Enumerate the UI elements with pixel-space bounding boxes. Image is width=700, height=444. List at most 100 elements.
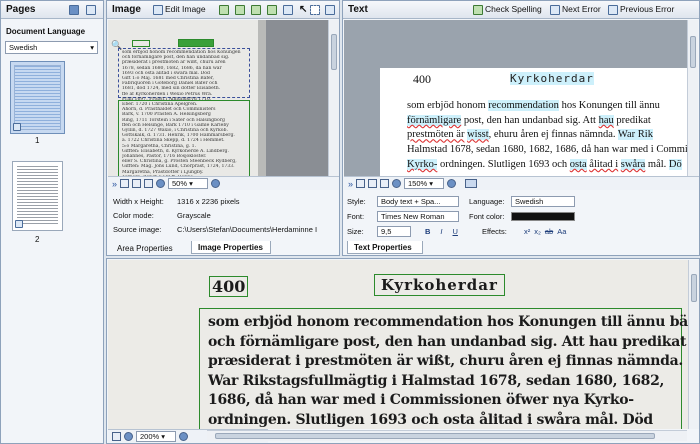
bold-icon[interactable]: B	[425, 227, 430, 236]
zoom-out-icon[interactable]	[156, 179, 166, 188]
zoom-in-icon[interactable]	[447, 179, 457, 188]
chevrons-icon[interactable]: »	[348, 179, 353, 189]
page-add-icon[interactable]	[86, 5, 96, 15]
image-zoom-select[interactable]: 50% ▾	[168, 178, 209, 189]
edit-image-icon	[153, 4, 163, 15]
actual-size-icon[interactable]	[144, 179, 154, 188]
previous-error-button[interactable]: Previous Error	[620, 1, 674, 18]
fit-width-icon[interactable]	[368, 179, 378, 188]
image-vertical-scrollbar[interactable]	[328, 20, 339, 176]
italic-icon[interactable]: I	[440, 227, 442, 236]
fit-width-icon[interactable]	[132, 179, 142, 188]
zoom-text-line: ordningen. Slutligen 1693 och osta ålita…	[208, 411, 653, 428]
size-value: 1316 x 2236 pixels	[177, 197, 240, 206]
page-number-box	[132, 40, 150, 47]
text-header: Text Check Spelling Next Error Previous …	[343, 1, 699, 19]
zoom-image-view[interactable]: 400 Kyrkoherdar som erbjöd honom recomme…	[108, 260, 688, 429]
edit-image-button[interactable]: Edit Image	[165, 1, 206, 18]
pages-panel: Pages Document Language Swedish ▾ 1 2	[0, 0, 104, 444]
text-zoom-select[interactable]: 150% ▾	[404, 178, 445, 189]
language-label: Language:	[469, 197, 505, 206]
table-area-icon[interactable]	[251, 5, 261, 15]
picture-area-icon[interactable]	[235, 5, 245, 15]
text-title: Text	[348, 4, 368, 15]
source-image-value: C:\Users\Stefan\Documents\Herdaminne I	[177, 225, 318, 234]
strikethrough-icon[interactable]: ab	[545, 227, 553, 236]
zoom-out-icon[interactable]	[124, 432, 133, 441]
tab-area-properties[interactable]: Area Properties	[111, 242, 179, 255]
image-text-lines: som erbjod honom recommendation hos Konu…	[122, 50, 248, 176]
check-spelling-button[interactable]: Check Spelling	[485, 1, 542, 18]
superscript-icon[interactable]: x²	[524, 227, 530, 236]
text-editor-area[interactable]: 400 Kyrkoherdar som erbjöd honom recomme…	[344, 20, 687, 176]
recognized-text-block: som erbjöd honom recommendation hos Konu…	[407, 100, 687, 170]
subscript-icon[interactable]: x₂	[534, 227, 541, 236]
text-recognized-icon	[15, 220, 23, 228]
zoom-out-icon[interactable]	[392, 179, 402, 188]
select-area-icon[interactable]	[310, 5, 320, 15]
text-zoom-bar: » 150% ▾	[344, 176, 699, 190]
image-text-line: Gifften: Mag. Jöns Lund, Chorpräst, 1724…	[122, 164, 235, 170]
style-select[interactable]: Body text + Spa...	[377, 196, 459, 207]
image-view[interactable]: 🔍 som erbjod honom recommendation hos Ko…	[108, 20, 328, 176]
zoom-text-line: War Rikstagsfullmägtig i Halmstad 1678, …	[208, 372, 665, 389]
image-title: Image	[112, 4, 141, 15]
image-panel: Image Edit Image ↖ 🔍 som erbjod honom re…	[106, 0, 340, 256]
underline-icon[interactable]: U	[453, 227, 458, 236]
page-number-2: 2	[35, 235, 40, 244]
actual-size-icon[interactable]	[380, 179, 390, 188]
check-spelling-icon	[473, 4, 483, 15]
size-label: Width x Height:	[113, 197, 164, 206]
show-formatting-icon[interactable]	[465, 179, 478, 188]
fit-page-icon[interactable]	[356, 179, 366, 188]
zoom-text-lines: som erbjöd honom recommendation hos Konu…	[208, 313, 688, 429]
zoom-in-icon[interactable]	[211, 179, 221, 188]
crop-icon[interactable]	[283, 5, 293, 15]
size-row: Size: 9,5 B I U Effects: x² x₂ ab Aa	[347, 226, 566, 237]
fit-icon[interactable]	[325, 5, 335, 15]
zoom-text-line: som erbjöd honom recommendation hos Konu…	[208, 314, 688, 330]
source-image-label: Source image:	[113, 225, 162, 234]
font-color-label: Font color:	[469, 212, 505, 221]
font-select[interactable]: Times New Roman	[377, 211, 459, 222]
zoom-horizontal-scrollbar[interactable]	[207, 430, 687, 441]
fit-page-icon[interactable]	[120, 179, 130, 188]
document-language-select[interactable]: Swedish ▾	[5, 41, 98, 54]
effects-label: Effects:	[481, 227, 507, 236]
color-mode-value: Grayscale	[177, 211, 211, 220]
color-mode-label: Color mode:	[113, 211, 154, 220]
text-area-icon[interactable]	[219, 5, 229, 15]
chevrons-icon[interactable]: »	[112, 179, 117, 189]
scanned-page-edge	[258, 20, 266, 176]
font-row: Font: Times New Roman Font color:	[347, 211, 575, 222]
text-page-number: 400	[413, 72, 431, 86]
barcode-area-icon[interactable]	[267, 5, 277, 15]
language-select[interactable]: Swedish	[511, 196, 575, 207]
pages-header: Pages	[1, 1, 103, 19]
pages-title: Pages	[6, 4, 36, 15]
zoom-vertical-scrollbar[interactable]	[688, 260, 699, 429]
page-options-icon[interactable]	[69, 5, 79, 15]
text-panel: Text Check Spelling Next Error Previous …	[342, 0, 700, 256]
next-error-button[interactable]: Next Error	[562, 1, 601, 18]
zoom-text-line: præsiderat i prestmöten är wißt, churu å…	[208, 353, 684, 369]
zoom-in-icon[interactable]	[179, 432, 188, 441]
image-properties: Width x Height: 1316 x 2236 pixels Color …	[113, 195, 339, 237]
fit-page-icon[interactable]	[112, 432, 121, 441]
tab-text-properties[interactable]: Text Properties	[347, 241, 423, 254]
font-color-picker[interactable]	[511, 212, 575, 221]
zoom-text-line: och förnämligare post, den han undanbad …	[208, 333, 688, 350]
zoom-zoom-select[interactable]: 200% ▾	[136, 431, 176, 442]
pointer-icon[interactable]: ↖	[299, 1, 307, 18]
image-header: Image Edit Image ↖	[107, 1, 339, 19]
zoom-heading: Kyrkoherdar	[374, 274, 505, 296]
small-caps-icon[interactable]: Aa	[557, 227, 566, 236]
page-thumbnail-2[interactable]	[12, 161, 63, 231]
page-thumbnail-1[interactable]	[10, 61, 65, 134]
font-size-select[interactable]: 9,5	[377, 226, 411, 237]
page-number-1: 1	[35, 136, 40, 145]
font-label: Font:	[347, 212, 365, 221]
text-vertical-scrollbar[interactable]	[687, 20, 698, 176]
zoom-panel: 400 Kyrkoherdar som erbjöd honom recomme…	[106, 258, 700, 444]
tab-image-properties[interactable]: Image Properties	[191, 241, 271, 254]
